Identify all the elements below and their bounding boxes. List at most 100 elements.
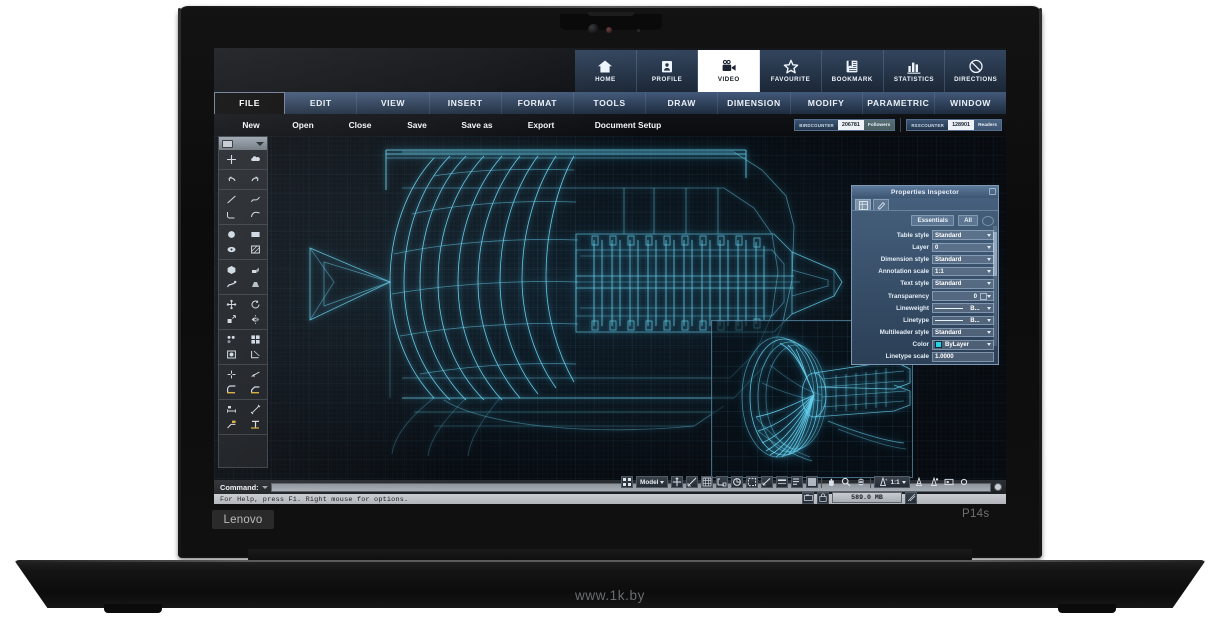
- dimension-linear-icon[interactable]: [219, 402, 243, 417]
- chevron-down-icon[interactable]: [987, 257, 991, 261]
- cloud-revision-icon[interactable]: [243, 152, 267, 167]
- polyline-icon[interactable]: [219, 207, 243, 222]
- sweep-icon[interactable]: [219, 277, 243, 292]
- dynamic-ucs-icon[interactable]: [746, 476, 759, 488]
- annotation-visibility-icon[interactable]: [913, 476, 925, 488]
- property-field[interactable]: Standard: [932, 327, 994, 338]
- scale-icon[interactable]: [219, 312, 243, 327]
- lineweight-icon[interactable]: [776, 476, 789, 488]
- isolate-objects-icon[interactable]: [943, 476, 955, 488]
- property-field[interactable]: 0: [932, 291, 994, 301]
- block-icon[interactable]: [243, 332, 267, 347]
- polar-tracking-icon[interactable]: [686, 476, 699, 488]
- redo-arrow-icon[interactable]: [243, 172, 267, 187]
- undo-arrow-icon[interactable]: [219, 172, 243, 187]
- topnav-item-bookmark[interactable]: BOOKMARK: [821, 50, 884, 92]
- submenu-item-document-setup[interactable]: Document Setup: [576, 120, 680, 130]
- menu-item-view[interactable]: VIEW: [357, 92, 430, 114]
- zoom-magnifier-icon[interactable]: [840, 476, 852, 488]
- property-field[interactable]: B...: [932, 315, 994, 326]
- tool-palette[interactable]: [218, 136, 268, 468]
- tab-quick-properties[interactable]: [873, 199, 889, 210]
- property-field[interactable]: B...: [932, 303, 994, 313]
- insert-block-icon[interactable]: [219, 347, 243, 362]
- hatch-icon[interactable]: [243, 242, 267, 257]
- lock-ui-icon[interactable]: [817, 491, 829, 504]
- rectangle-icon[interactable]: [243, 227, 267, 242]
- chevron-down-icon[interactable]: [256, 141, 264, 146]
- join-icon[interactable]: [243, 367, 267, 382]
- topnav-item-statistics[interactable]: STATISTICS: [883, 50, 946, 92]
- topnav-item-video[interactable]: VIDEO: [698, 50, 761, 92]
- menu-item-edit[interactable]: EDIT: [285, 92, 358, 114]
- annotation-scale-selector[interactable]: 1:1: [874, 476, 910, 488]
- chip-all[interactable]: All: [958, 215, 978, 226]
- chevron-down-icon[interactable]: [901, 480, 906, 484]
- spline-icon[interactable]: [243, 192, 267, 207]
- status-bar-tools[interactable]: Model 1:1: [621, 475, 970, 489]
- menu-item-insert[interactable]: INSERT: [430, 92, 502, 114]
- arc-icon[interactable]: [243, 207, 267, 222]
- chip-essentials[interactable]: Essentials: [911, 215, 955, 226]
- submenu-item-open[interactable]: Open: [280, 120, 326, 130]
- menu-item-file[interactable]: FILE: [214, 92, 286, 114]
- chevron-down-icon[interactable]: [987, 331, 991, 335]
- command-history-icon[interactable]: [261, 485, 268, 489]
- extrude-icon[interactable]: [243, 262, 267, 277]
- drawing-canvas[interactable]: Properties Inspector Essentials All Tabl…: [214, 136, 1006, 480]
- array-icon[interactable]: [219, 332, 243, 347]
- submenu-item-save-as[interactable]: Save as: [448, 120, 506, 130]
- menu-item-modify[interactable]: MODIFY: [791, 92, 863, 114]
- explode-icon[interactable]: [219, 367, 243, 382]
- object-snap-icon[interactable]: [716, 476, 729, 488]
- counter-birdcounter[interactable]: BIRDCOUNTER 206781 Followers: [794, 119, 896, 131]
- submenu-item-save[interactable]: Save: [394, 120, 440, 130]
- submenu-item-close[interactable]: Close: [336, 120, 384, 130]
- cleanscreen-icon[interactable]: [958, 476, 970, 488]
- ellipse-icon[interactable]: [219, 242, 243, 257]
- chevron-down-icon[interactable]: [987, 343, 991, 347]
- rotate-icon[interactable]: [243, 297, 267, 312]
- property-field[interactable]: 1:1: [932, 266, 994, 277]
- property-field[interactable]: 1.0000: [932, 352, 994, 362]
- property-field[interactable]: ByLayer: [932, 340, 994, 350]
- 3d-solid-icon[interactable]: [219, 262, 243, 277]
- orbit-icon[interactable]: [855, 476, 867, 488]
- line-icon[interactable]: [219, 192, 243, 207]
- menu-item-format[interactable]: FORMAT: [502, 92, 574, 114]
- circle-icon[interactable]: [219, 227, 243, 242]
- transparency-icon[interactable]: [791, 476, 804, 488]
- dynamic-input-icon[interactable]: [761, 476, 774, 488]
- property-field[interactable]: 0: [932, 242, 994, 253]
- properties-tabs[interactable]: [852, 198, 998, 211]
- chevron-down-icon[interactable]: [987, 233, 991, 237]
- properties-chips[interactable]: Essentials All: [852, 214, 998, 227]
- grid-display-icon[interactable]: [701, 476, 714, 488]
- status-bar-secondary[interactable]: 589.0 MB: [802, 491, 917, 504]
- chevron-down-icon[interactable]: [987, 270, 991, 274]
- counter-rsscounter[interactable]: RSSCOUNTER 128901 Readers: [906, 119, 1002, 131]
- loft-icon[interactable]: [243, 277, 267, 292]
- leader-icon[interactable]: [219, 417, 243, 432]
- property-value[interactable]: 1.0000: [935, 353, 954, 360]
- properties-settings-icon[interactable]: [982, 215, 994, 226]
- close-icon[interactable]: [989, 188, 996, 195]
- chevron-down-icon[interactable]: [660, 480, 665, 484]
- menu-item-parametric[interactable]: PARAMETRIC: [863, 92, 935, 114]
- chevron-down-icon[interactable]: [987, 282, 991, 286]
- menu-item-dimension[interactable]: DIMENSION: [718, 92, 791, 114]
- mirror-icon[interactable]: [243, 312, 267, 327]
- topnav-item-favourite[interactable]: FAVOURITE: [760, 50, 822, 92]
- text-icon[interactable]: [243, 417, 267, 432]
- crosshair-draw-icon[interactable]: [219, 152, 243, 167]
- tool-palette-header[interactable]: [219, 137, 267, 150]
- topnav-item-profile[interactable]: PROFILE: [636, 50, 699, 92]
- ortho-icon[interactable]: [671, 476, 684, 488]
- properties-scrollbar[interactable]: [993, 226, 997, 346]
- cleanscreen-icon[interactable]: [905, 491, 917, 504]
- command-options-icon[interactable]: [994, 483, 1002, 491]
- selection-cycling-icon[interactable]: [806, 476, 819, 488]
- topnav-item-directions[interactable]: DIRECTIONS: [945, 50, 1006, 92]
- submenu-item-export[interactable]: Export: [514, 120, 568, 130]
- fillet-icon[interactable]: [219, 382, 243, 397]
